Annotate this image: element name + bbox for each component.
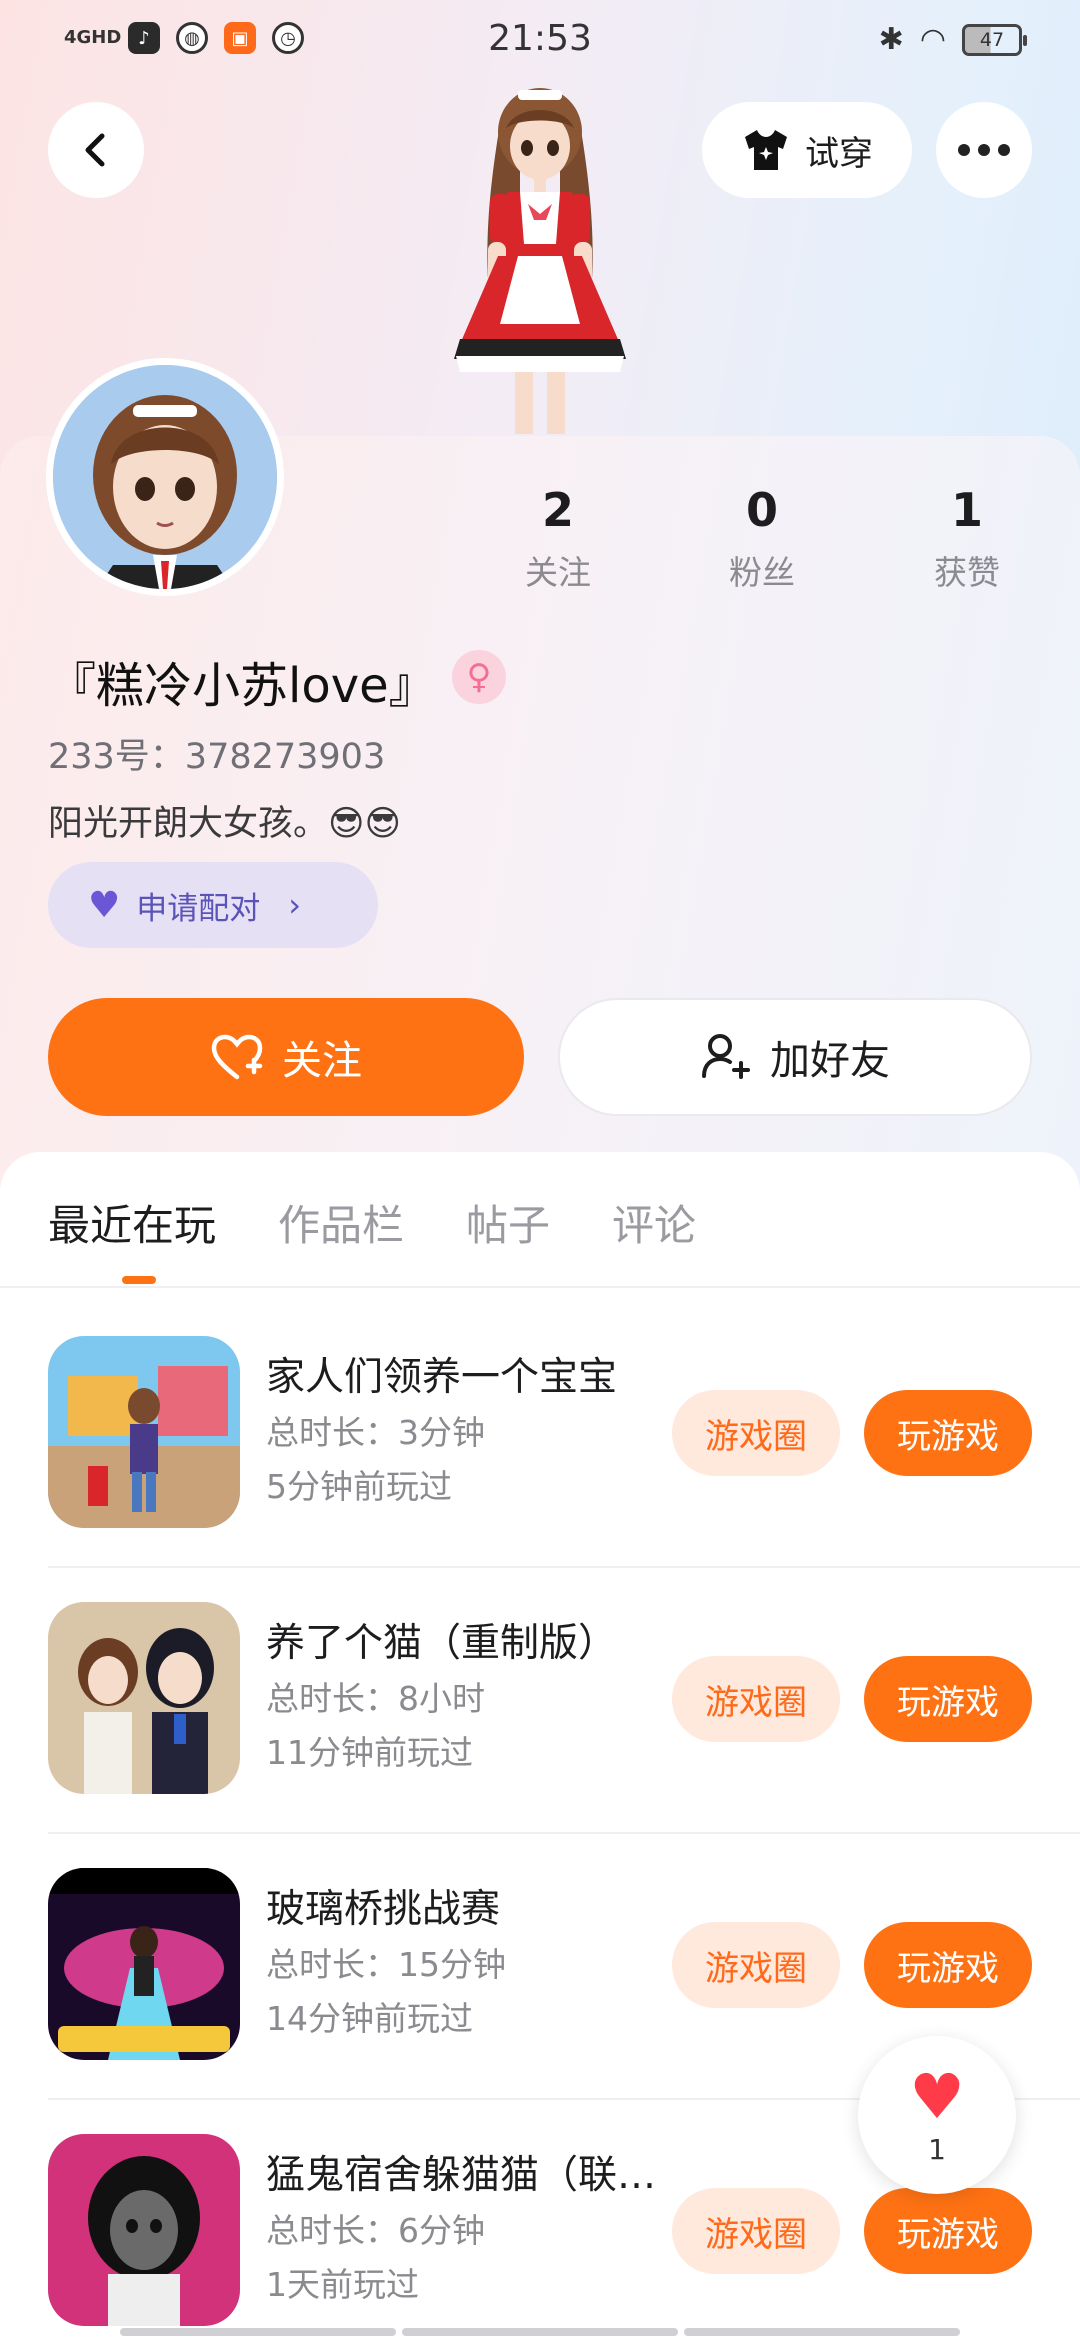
add-friend-button[interactable]: 加好友 xyxy=(558,998,1032,1116)
game-last-played: 11分钟前玩过 xyxy=(266,1733,473,1772)
try-on-button[interactable]: 试穿 xyxy=(702,102,912,198)
tshirt-icon xyxy=(745,130,787,170)
game-title: 养了个猫（重制版） xyxy=(266,1621,618,1666)
game-thumbnail xyxy=(48,2134,240,2326)
game-circle-button[interactable]: 游戏圈 xyxy=(672,1390,840,1476)
play-game-button[interactable]: 玩游戏 xyxy=(864,2188,1032,2274)
tab-bar: 最近在玩 作品栏 帖子 评论 xyxy=(48,1192,696,1253)
pair-label: 申请配对 xyxy=(136,890,261,927)
game-thumbnail xyxy=(48,1336,240,1528)
divider xyxy=(0,1286,1080,1288)
chevron-right-icon: › xyxy=(288,886,302,924)
game-duration: 总时长：15分钟 xyxy=(266,1945,506,1984)
stat-value: 0 xyxy=(745,483,778,537)
stat-value: 2 xyxy=(541,483,574,537)
try-on-label: 试穿 xyxy=(805,133,873,174)
status-bar: 4GHD ♪ ◍ ▣ ◷ 21:53 ✱ ◠ 47 xyxy=(0,0,1080,84)
bluetooth-icon: ✱ xyxy=(878,22,904,57)
tab-comments[interactable]: 评论 xyxy=(612,1192,696,1253)
game-duration: 总时长：3分钟 xyxy=(266,1413,485,1452)
more-button[interactable] xyxy=(936,102,1032,198)
game-last-played: 1天前玩过 xyxy=(266,2265,419,2304)
follow-button[interactable]: 关注 xyxy=(48,998,524,1116)
nickname: 『糕冷小苏love』 xyxy=(48,658,437,714)
list-item[interactable]: 家人们领养一个宝宝 总时长：3分钟 5分钟前玩过 游戏圈 玩游戏 xyxy=(48,1302,1080,1568)
stat-likes[interactable]: 1 获赞 xyxy=(897,480,1037,594)
active-tab-indicator xyxy=(122,1276,156,1284)
game-thumbnail xyxy=(48,1602,240,1794)
user-plus-icon xyxy=(702,1034,750,1079)
game-duration: 总时长：6分钟 xyxy=(266,2211,485,2250)
heart-icon: ♥ xyxy=(88,884,121,926)
game-title: 猛鬼宿舍躲猫猫（联机版） xyxy=(266,2153,666,2198)
wifi-icon: ◠ xyxy=(919,22,946,57)
play-game-button[interactable]: 玩游戏 xyxy=(864,1922,1032,2008)
game-title: 家人们领养一个宝宝 xyxy=(266,1355,618,1400)
game-circle-button[interactable]: 游戏圈 xyxy=(672,2188,840,2274)
game-duration: 总时长：8小时 xyxy=(266,1679,485,1718)
bio: 阳光开朗大女孩。😎😎 xyxy=(48,804,401,844)
user-id: 233号：378273903 xyxy=(48,737,386,777)
female-gender-icon: ♀ xyxy=(452,650,506,704)
stat-label: 获赞 xyxy=(934,553,1000,592)
chevron-left-icon xyxy=(85,133,105,167)
heart-icon: ♥ xyxy=(909,2059,965,2133)
game-last-played: 5分钟前玩过 xyxy=(266,1467,452,1506)
stat-following[interactable]: 2 关注 xyxy=(488,480,628,594)
more-dots-icon xyxy=(958,144,1010,156)
game-thumbnail xyxy=(48,1868,240,2060)
game-circle-button[interactable]: 游戏圈 xyxy=(672,1656,840,1742)
add-friend-label: 加好友 xyxy=(770,1038,890,1084)
game-last-played: 14分钟前玩过 xyxy=(266,1999,473,2038)
avatar[interactable] xyxy=(46,358,284,596)
back-button[interactable] xyxy=(48,102,144,198)
like-count: 1 xyxy=(928,2132,946,2166)
heart-plus-icon xyxy=(211,1034,263,1080)
avatar-3d-figure xyxy=(454,88,626,434)
home-indicator xyxy=(120,2328,960,2336)
play-game-button[interactable]: 玩游戏 xyxy=(864,1656,1032,1742)
avatar-image xyxy=(53,365,277,589)
status-right: ✱ ◠ 47 xyxy=(878,22,1027,57)
game-circle-button[interactable]: 游戏圈 xyxy=(672,1922,840,2008)
tab-posts[interactable]: 帖子 xyxy=(466,1192,550,1253)
request-pair-button[interactable]: ♥ 申请配对 › xyxy=(48,862,378,948)
follow-label: 关注 xyxy=(282,1038,362,1084)
game-title: 玻璃桥挑战赛 xyxy=(266,1887,501,1932)
stat-followers[interactable]: 0 粉丝 xyxy=(692,480,832,594)
stat-label: 关注 xyxy=(525,553,591,592)
battery-icon: 47 xyxy=(962,23,1027,56)
stat-value: 1 xyxy=(950,483,983,537)
tab-recently-played[interactable]: 最近在玩 xyxy=(48,1192,216,1253)
play-game-button[interactable]: 玩游戏 xyxy=(864,1390,1032,1476)
tab-works[interactable]: 作品栏 xyxy=(278,1192,404,1253)
stat-label: 粉丝 xyxy=(729,553,795,592)
list-item[interactable]: 养了个猫（重制版） 总时长：8小时 11分钟前玩过 游戏圈 玩游戏 xyxy=(48,1568,1080,1834)
like-float-button[interactable]: ♥ 1 xyxy=(858,2036,1016,2194)
